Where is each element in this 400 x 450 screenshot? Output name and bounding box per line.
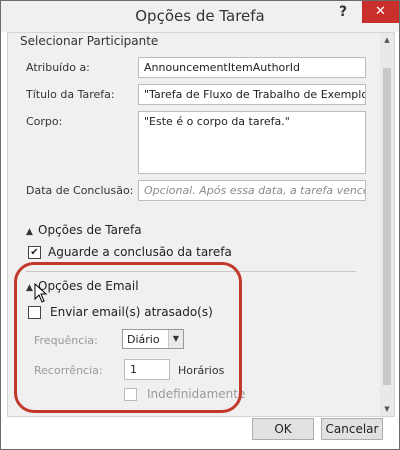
close-button[interactable]: ✕ <box>362 1 399 23</box>
body-field[interactable]: "Este é o corpo da tarefa." <box>138 111 366 174</box>
body-label: Corpo: <box>26 115 63 128</box>
vertical-scrollbar[interactable]: ▲ ▼ <box>380 33 394 416</box>
cancel-button[interactable]: Cancelar <box>321 418 383 440</box>
highlight-annotation <box>14 262 242 413</box>
wait-completion-label: Aguarde a conclusão da tarefa <box>48 245 232 259</box>
close-icon: ✕ <box>375 4 386 19</box>
task-options-dialog: Opções de Tarefa ? ✕ Selecionar Particip… <box>0 0 400 450</box>
assigned-to-field[interactable]: AnnouncementItemAuthorId <box>138 57 366 78</box>
title-bar: Opções de Tarefa ? ✕ <box>1 1 399 32</box>
scroll-thumb[interactable] <box>383 68 391 385</box>
scroll-down-icon[interactable]: ▼ <box>380 402 394 416</box>
task-title-field[interactable]: "Tarefa de Fluxo de Trabalho de Exemplo" <box>138 84 366 105</box>
task-options-header[interactable]: ▲ Opções de Tarefa <box>26 223 142 237</box>
wait-completion-checkbox[interactable]: ✔ <box>28 246 41 259</box>
chevron-up-icon: ▲ <box>26 227 33 237</box>
checkmark-icon: ✔ <box>30 247 39 258</box>
due-date-field[interactable]: Opcional. Após essa data, a tarefa vence <box>138 180 366 201</box>
select-participant-header: Selecionar Participante <box>20 34 159 48</box>
mouse-cursor-icon <box>34 283 48 303</box>
help-button[interactable]: ? <box>324 1 362 23</box>
due-date-label: Data de Conclusão: <box>26 184 134 197</box>
help-icon: ? <box>338 4 348 20</box>
scroll-up-icon[interactable]: ▲ <box>380 33 394 47</box>
task-title-label: Título da Tarefa: <box>26 88 115 101</box>
task-options-header-label: Opções de Tarefa <box>38 223 142 237</box>
ok-button[interactable]: OK <box>252 418 314 440</box>
assigned-to-label: Atribuído a: <box>26 61 90 74</box>
